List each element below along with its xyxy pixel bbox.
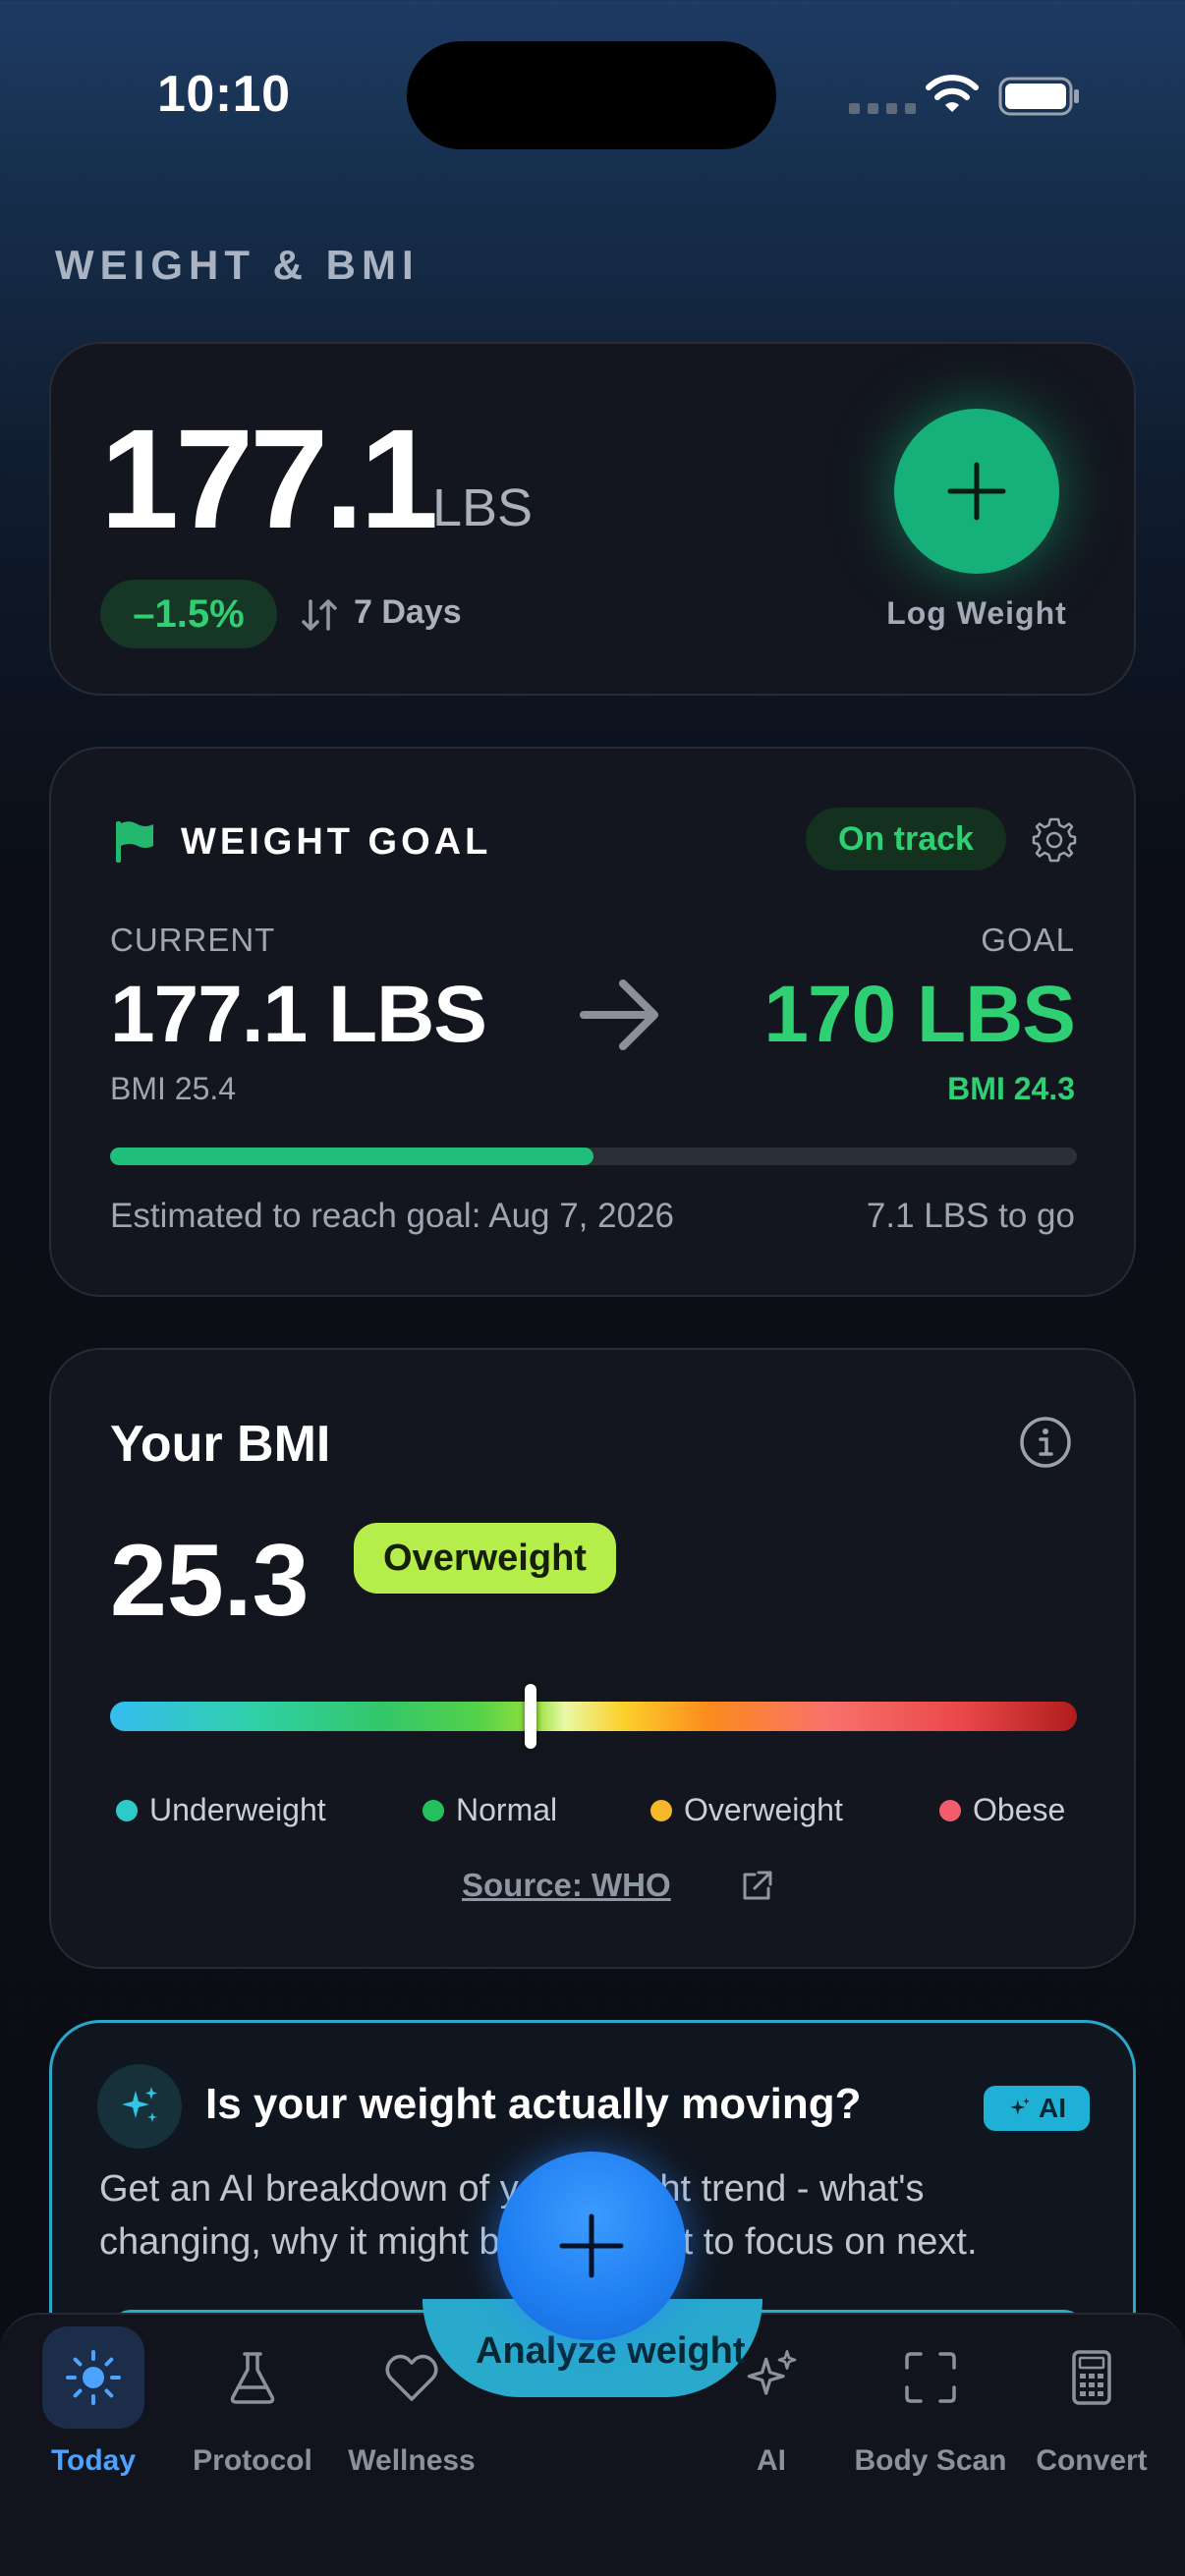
ai-card-title: Is your weight actually moving?	[205, 2080, 862, 2128]
bmi-value: 25.3	[110, 1524, 310, 1638]
nav-icon-wrap	[42, 2326, 144, 2429]
plus-icon	[947, 462, 1006, 521]
scan-icon	[905, 2352, 956, 2403]
bmi-scale-bar	[110, 1702, 1077, 1731]
legend-underweight: Underweight	[116, 1792, 326, 1828]
weight-unit: LBS	[432, 478, 534, 537]
nav-icon-wrap	[720, 2326, 822, 2429]
add-entry-fab[interactable]	[497, 2152, 686, 2340]
nav-item-body-scan[interactable]: Body Scan	[847, 2326, 1014, 2478]
nav-icon-wrap	[201, 2326, 304, 2429]
log-weight-button[interactable]	[894, 409, 1059, 574]
current-weight-value: 177.1	[100, 400, 438, 558]
goal-progress-fill	[110, 1148, 593, 1165]
nav-item-today[interactable]: Today	[10, 2326, 177, 2478]
weight-change-badge: –1.5%	[100, 580, 277, 648]
status-time: 10:10	[157, 66, 291, 123]
log-weight-label[interactable]: Log Weight	[847, 595, 1106, 632]
nav-label: Wellness	[348, 2444, 476, 2477]
nav-item-ai[interactable]: AI	[688, 2326, 855, 2478]
calculator-icon	[1072, 2350, 1111, 2405]
cellular-signal-icon	[849, 103, 916, 114]
nav-icon-wrap	[879, 2326, 982, 2429]
legend-label: Normal	[456, 1792, 558, 1827]
legend-dot	[423, 1799, 444, 1821]
heart-icon	[385, 2354, 438, 2401]
ai-icon-circle	[97, 2064, 182, 2149]
legend-dot	[939, 1799, 961, 1821]
goal-remaining: 7.1 LBS to go	[866, 1197, 1075, 1235]
current-bmi: BMI 25.4	[110, 1071, 237, 1106]
bmi-scale-marker	[525, 1684, 537, 1749]
battery-icon	[998, 77, 1079, 116]
legend-label: Overweight	[684, 1792, 843, 1827]
up-down-arrows-icon	[302, 599, 337, 631]
nav-label: Convert	[1036, 2444, 1148, 2477]
goal-progress-bar	[110, 1148, 1077, 1165]
change-period[interactable]: 7 Days	[354, 593, 462, 632]
nav-label: Body Scan	[854, 2444, 1007, 2477]
nav-label: Today	[50, 2444, 137, 2477]
wifi-icon	[926, 75, 979, 112]
plus-icon	[559, 2213, 624, 2278]
ai-badge-label: AI	[1039, 2093, 1066, 2123]
sparkles-icon	[1010, 2098, 1030, 2115]
bmi-category-badge: Overweight	[354, 1523, 616, 1594]
current-label: CURRENT	[110, 922, 276, 958]
flask-icon	[230, 2352, 275, 2404]
sun-icon	[66, 2350, 121, 2405]
current-weight-card: 177.1 LBS –1.5% 7 Days Log Weight	[49, 342, 1136, 696]
weight-goal-card: WEIGHT GOAL On track CURRENT GOAL 177.1 …	[49, 747, 1136, 1297]
ai-badge: AI	[984, 2086, 1090, 2131]
legend-label: Underweight	[149, 1792, 326, 1827]
goal-bmi: BMI 24.3	[947, 1071, 1075, 1106]
legend-dot	[116, 1799, 138, 1821]
goal-weight-value: 170 LBS	[763, 970, 1076, 1059]
source-link[interactable]: Source: WHO	[462, 1867, 671, 1904]
nav-label: Protocol	[193, 2444, 312, 2477]
sparkles-icon	[747, 2350, 797, 2395]
goal-label: GOAL	[981, 922, 1075, 958]
arrow-right-icon	[580, 980, 658, 1050]
info-icon[interactable]	[1018, 1415, 1073, 1470]
goal-card-title: WEIGHT GOAL	[181, 821, 492, 863]
gear-icon[interactable]	[1030, 815, 1079, 865]
goal-status-badge: On track	[806, 808, 1006, 870]
legend-normal: Normal	[423, 1792, 557, 1828]
nav-item-convert[interactable]: Convert	[1008, 2326, 1175, 2478]
nav-item-protocol[interactable]: Protocol	[169, 2326, 336, 2478]
flag-icon	[116, 821, 153, 863]
goal-eta: Estimated to reach goal: Aug 7, 2026	[110, 1197, 674, 1235]
legend-obese: Obese	[939, 1792, 1065, 1828]
nav-icon-wrap	[1041, 2326, 1143, 2429]
current-weight-goal-value: 177.1 LBS	[110, 970, 487, 1059]
legend-overweight: Overweight	[650, 1792, 843, 1828]
bmi-card: Your BMI 25.3 Overweight Underweight Nor…	[49, 1348, 1136, 1969]
dynamic-island	[407, 41, 776, 149]
section-title: WEIGHT & BMI	[55, 242, 420, 288]
bmi-card-title: Your BMI	[110, 1416, 331, 1473]
nav-label: AI	[757, 2444, 786, 2477]
nav-item-wellness[interactable]: Wellness	[328, 2326, 495, 2478]
external-link-icon[interactable]	[739, 1869, 774, 1904]
legend-label: Obese	[973, 1792, 1066, 1827]
legend-dot	[650, 1799, 672, 1821]
nav-icon-wrap	[361, 2326, 463, 2429]
sparkles-icon	[122, 2087, 157, 2122]
